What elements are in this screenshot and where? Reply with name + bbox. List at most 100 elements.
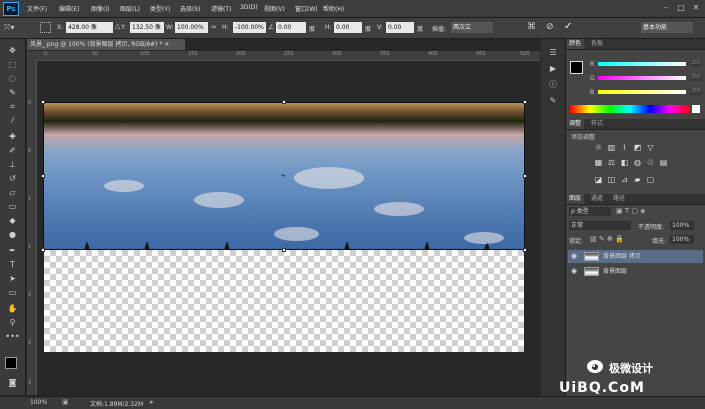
transform-handle[interactable] xyxy=(41,100,45,104)
lasso-tool-icon[interactable]: ◌ xyxy=(5,73,20,84)
menu-window[interactable]: 窗口(W) xyxy=(295,4,318,13)
panel-foreground-swatch[interactable] xyxy=(570,61,583,74)
transform-handle[interactable] xyxy=(523,174,527,178)
delta-icon[interactable]: △ xyxy=(115,22,120,30)
color-balance-icon[interactable]: ⚖ xyxy=(607,158,616,167)
history-brush-tool-icon[interactable]: ↺ xyxy=(5,173,20,184)
b-value[interactable]: 255 xyxy=(690,88,702,95)
pivot-point-icon[interactable]: ⌖ xyxy=(281,171,286,181)
transform-handle[interactable] xyxy=(41,248,45,252)
r-value[interactable]: 255 xyxy=(690,60,702,67)
menu-3d[interactable]: 3D(D) xyxy=(240,4,258,11)
layer-name[interactable]: 背景图层 拷贝 xyxy=(603,250,641,263)
tab-channels[interactable]: 通道 xyxy=(588,194,606,204)
b-track[interactable] xyxy=(598,90,686,94)
posterize-icon[interactable]: ◫ xyxy=(607,175,616,184)
hue-saturation-icon[interactable]: ▦ xyxy=(594,158,603,167)
color-spectrum-bar[interactable] xyxy=(570,105,690,113)
photo-filter-icon[interactable]: ◍ xyxy=(633,158,642,167)
y-field[interactable]: 132.50 像 xyxy=(130,22,164,33)
status-arrow-icon[interactable]: ▸ xyxy=(150,398,154,406)
invert-icon[interactable]: ◪ xyxy=(594,175,603,184)
layer-name[interactable]: 背景图层 xyxy=(603,265,627,278)
width-field[interactable]: 100.00% xyxy=(175,22,208,33)
x-field[interactable]: 428.00 像 xyxy=(66,22,113,33)
visibility-eye-icon[interactable]: ◉ xyxy=(571,265,577,278)
color-lookup-icon[interactable]: ▤ xyxy=(659,158,668,167)
cancel-transform-icon[interactable]: ⊘ xyxy=(546,22,554,32)
layer-row[interactable]: ◉ 背景图层 xyxy=(568,265,703,278)
crop-tool-icon[interactable]: ⌗ xyxy=(5,101,20,112)
transform-handle[interactable] xyxy=(282,100,286,104)
transform-bounding-box[interactable]: ⌖ xyxy=(41,100,527,252)
g-track[interactable] xyxy=(598,76,686,80)
shape-tool-icon[interactable]: ▭ xyxy=(5,287,20,298)
white-swatch[interactable] xyxy=(692,105,700,113)
stamp-tool-icon[interactable]: ⊥ xyxy=(5,159,20,170)
history-panel-icon[interactable]: ☰ xyxy=(546,47,560,59)
r-track[interactable] xyxy=(598,62,686,66)
link-icon[interactable]: ∞ xyxy=(211,23,217,31)
menu-layer[interactable]: 图层(L) xyxy=(120,4,140,13)
move-tool-icon[interactable]: ✥ xyxy=(5,45,20,56)
lock-icons[interactable]: ▨ ✎ ✥ 🔒 xyxy=(590,235,624,243)
height-field[interactable]: -100.00% xyxy=(233,22,266,33)
layer-filter-icons[interactable]: ▣ T ▢ ◈ xyxy=(616,207,646,215)
more-tools-icon[interactable]: ••• xyxy=(5,331,20,342)
maximize-button[interactable]: □ xyxy=(675,2,687,14)
type-tool-icon[interactable]: T xyxy=(5,259,20,270)
quick-mask-icon[interactable]: ◙ xyxy=(5,377,20,388)
tab-styles[interactable]: 样式 xyxy=(588,119,606,129)
visibility-eye-icon[interactable]: ◉ xyxy=(571,250,577,263)
vibrance-icon[interactable]: ▽ xyxy=(646,143,655,152)
g-slider[interactable]: G 255 xyxy=(590,74,702,82)
opacity-field[interactable]: 100% xyxy=(670,221,694,230)
workspace-select[interactable]: 基本功能 xyxy=(641,22,693,33)
g-value[interactable]: 255 xyxy=(690,74,702,81)
foreground-color-swatch[interactable] xyxy=(5,357,17,369)
vskew-field[interactable]: 0.00 xyxy=(386,22,414,33)
menu-help[interactable]: 帮助(H) xyxy=(323,4,344,13)
gradient-tool-icon[interactable]: ▭ xyxy=(5,201,20,212)
levels-icon[interactable]: ▥ xyxy=(607,143,616,152)
exposure-icon[interactable]: ◩ xyxy=(633,143,642,152)
layer-row[interactable]: ◉ 背景图层 拷贝 xyxy=(568,250,703,263)
tab-layers[interactable]: 图层 xyxy=(566,194,585,204)
info-panel-icon[interactable]: ⓘ xyxy=(546,79,560,91)
menu-type[interactable]: 类型(Y) xyxy=(150,4,170,13)
tab-paths[interactable]: 路径 xyxy=(610,194,628,204)
brightness-icon[interactable]: ☼ xyxy=(594,143,603,152)
curves-icon[interactable]: ⌇ xyxy=(620,143,629,152)
hskew-field[interactable]: 0.00 xyxy=(334,22,362,33)
zoom-level[interactable]: 100% xyxy=(30,399,47,406)
threshold-icon[interactable]: ⊿ xyxy=(620,175,629,184)
menu-select[interactable]: 选择(S) xyxy=(180,4,201,13)
menu-file[interactable]: 文件(F) xyxy=(27,4,47,13)
blur-tool-icon[interactable]: ◆ xyxy=(5,215,20,226)
warp-icon[interactable]: ⌘ xyxy=(527,22,536,32)
transform-handle[interactable] xyxy=(523,100,527,104)
quick-select-tool-icon[interactable]: ✎ xyxy=(5,87,20,98)
path-select-tool-icon[interactable]: ➤ xyxy=(5,273,20,284)
brush-tool-icon[interactable]: ✐ xyxy=(5,145,20,156)
layer-filter-select[interactable]: ρ 类型 xyxy=(569,207,611,216)
tab-adjustments[interactable]: 调整 xyxy=(566,119,585,129)
healing-tool-icon[interactable]: ✚ xyxy=(5,131,20,142)
blend-mode-select[interactable]: 正常 xyxy=(569,221,631,230)
menu-image[interactable]: 图像(I) xyxy=(91,4,109,13)
menu-filter[interactable]: 滤镜(T) xyxy=(211,4,231,13)
close-button[interactable]: ✕ xyxy=(690,2,702,14)
transform-handle[interactable] xyxy=(41,174,45,178)
minimize-button[interactable]: – xyxy=(660,2,672,14)
selective-color-icon[interactable]: ▰ xyxy=(633,175,642,184)
tab-color[interactable]: 颜色 xyxy=(566,39,585,49)
fill-field[interactable]: 100% xyxy=(670,235,694,244)
commit-transform-icon[interactable]: ✓ xyxy=(564,21,572,32)
channel-mixer-icon[interactable]: ♲ xyxy=(646,158,655,167)
document-tab[interactable]: 风景_.png @ 100% (背景图层 拷贝, RGB/8#) * ✕ xyxy=(27,39,185,50)
transform-tool-icon[interactable]: ⤧▾ xyxy=(4,22,22,33)
reference-point-icon[interactable] xyxy=(40,22,51,33)
menu-view[interactable]: 视图(V) xyxy=(264,4,285,13)
marquee-tool-icon[interactable]: ⬚ xyxy=(5,59,20,70)
eraser-tool-icon[interactable]: ▱ xyxy=(5,187,20,198)
